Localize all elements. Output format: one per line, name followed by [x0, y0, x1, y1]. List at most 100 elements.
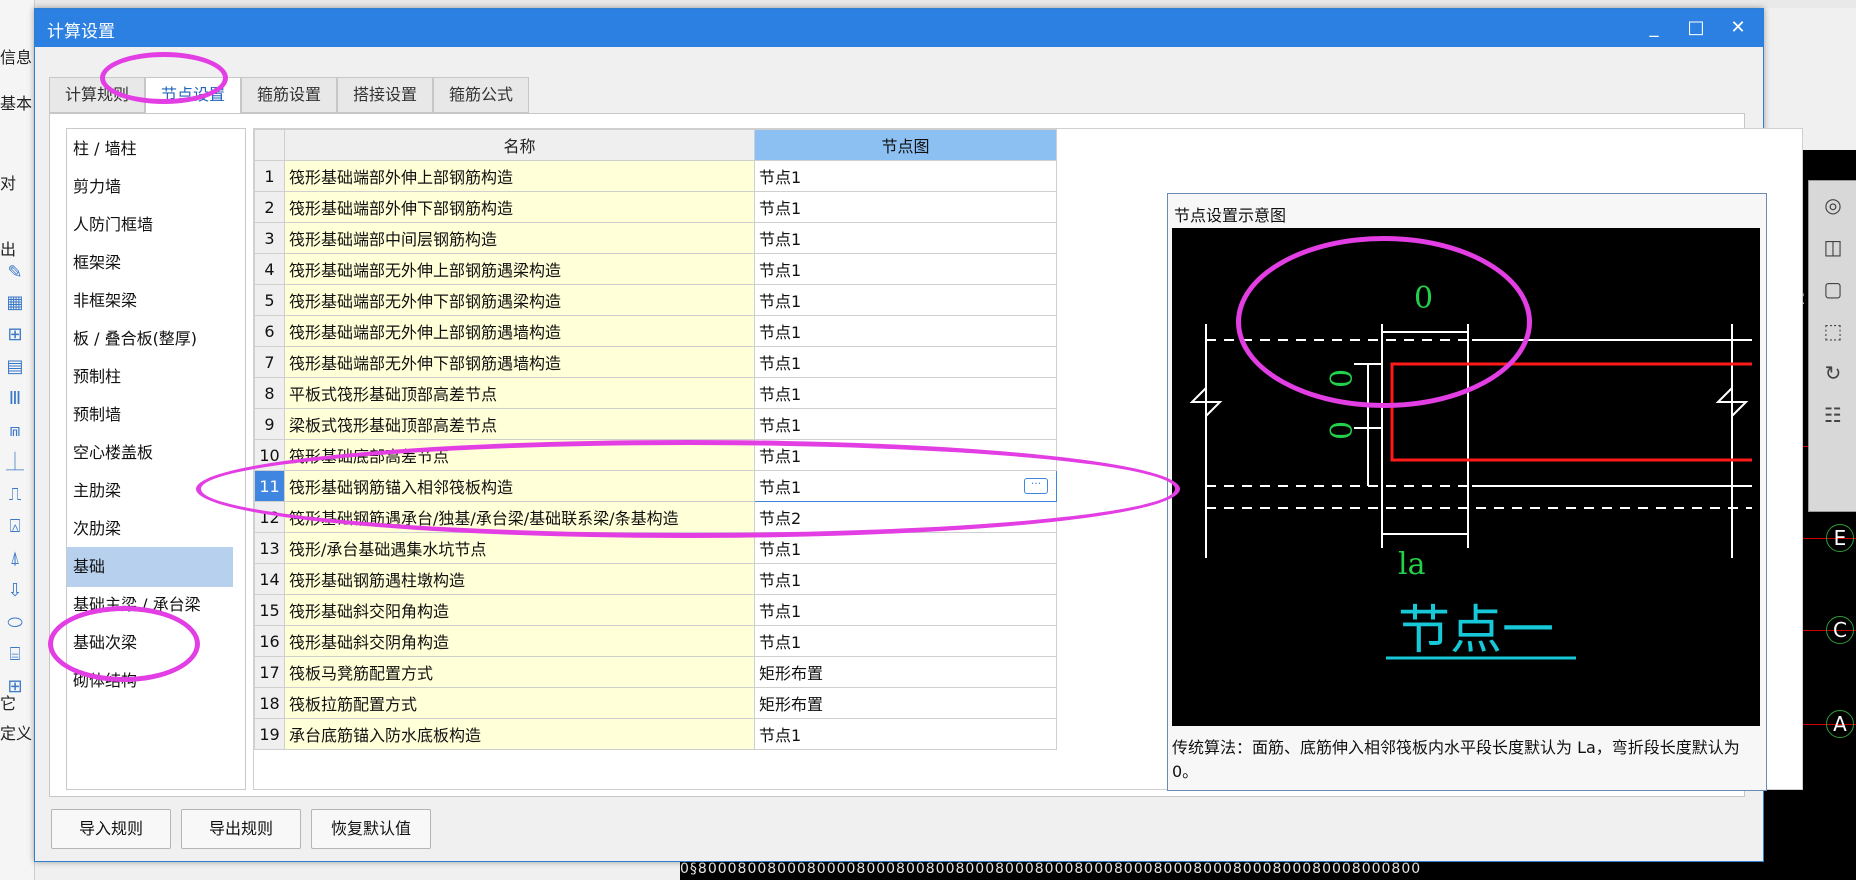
table-row[interactable]: 1 筏形基础端部外伸上部钢筋构造 节点1 [254, 160, 1057, 192]
grid-icon[interactable]: ▦ [4, 292, 26, 314]
row-number: 11 [254, 470, 285, 502]
table-row[interactable]: 18 筏板拉筋配置方式 矩形布置 [254, 687, 1057, 719]
foundation-icon[interactable]: ⎍ [4, 484, 26, 506]
row-node-value[interactable]: 节点1 [754, 625, 1057, 657]
cube-icon[interactable]: ⬚ [1813, 313, 1853, 349]
row-node-value[interactable]: 节点1 [754, 222, 1057, 254]
stairs-icon[interactable]: ⩎ [4, 420, 26, 442]
table-row[interactable]: 12 筏形基础钢筋遇承台/独基/承台梁/基础联系梁/条基构造 节点2 [254, 501, 1057, 533]
table-row[interactable]: 16 筏形基础斜交阴角构造 节点1 [254, 625, 1057, 657]
row-node-value[interactable]: 节点1 [754, 408, 1057, 440]
tab-stirrup-formula[interactable]: 箍筋公式 [433, 77, 529, 113]
bg-label: 信息 [0, 48, 33, 67]
row-name: 筏形基础斜交阳角构造 [284, 594, 755, 626]
maximize-button[interactable]: □ [1681, 13, 1711, 43]
table-row[interactable]: 11 筏形基础钢筋锚入相邻筏板构造 节点1 ··· [254, 470, 1057, 502]
table-row[interactable]: 10 筏形基础底部高差节点 节点1 [254, 439, 1057, 471]
frame-icon[interactable]: ⌸ [4, 644, 26, 666]
table-row[interactable]: 13 筏形/承台基础遇集水坑节点 节点1 [254, 532, 1057, 564]
top-view-icon[interactable]: ▢ [1813, 271, 1853, 307]
category-item[interactable]: 柱 / 墙柱 [67, 129, 233, 169]
row-node-value[interactable]: 节点1 [754, 594, 1057, 626]
category-item[interactable]: 次肋梁 [67, 509, 233, 549]
table-row[interactable]: 9 梁板式筏形基础顶部高差节点 节点1 [254, 408, 1057, 440]
rotate-icon[interactable]: ↻ [1813, 355, 1853, 391]
export-rules-button[interactable]: 导出规则 [181, 809, 301, 849]
tab-node-settings[interactable]: 节点设置 [145, 77, 241, 114]
tab-calc-rules[interactable]: 计算规则 [49, 77, 145, 113]
minimize-button[interactable]: _ [1639, 13, 1669, 43]
table-row[interactable]: 14 筏形基础钢筋遇柱墩构造 节点1 [254, 563, 1057, 595]
bottom-dim-label: la [1398, 547, 1426, 582]
table-row[interactable]: 6 筏形基础端部无外伸上部钢筋遇墙构造 节点1 [254, 315, 1057, 347]
category-item[interactable]: 非框架梁 [67, 281, 233, 321]
node-value-text: 节点2 [759, 509, 802, 528]
row-node-value[interactable]: 节点2 [754, 501, 1057, 533]
category-item[interactable]: 框架梁 [67, 243, 233, 283]
table-row[interactable]: 7 筏形基础端部无外伸下部钢筋遇墙构造 节点1 [254, 346, 1057, 378]
row-node-value[interactable]: 节点1 [754, 191, 1057, 223]
row-node-value[interactable]: 节点1 [754, 439, 1057, 471]
row-node-value[interactable]: 节点1 [754, 346, 1057, 378]
top-dim-label: 0 [1414, 281, 1433, 316]
row-node-value[interactable]: 节点1 [754, 718, 1057, 750]
row-number: 10 [254, 439, 285, 471]
row-node-value[interactable]: 矩形布置 [754, 687, 1057, 719]
category-item[interactable]: 主肋梁 [67, 471, 233, 511]
tab-stirrup-settings[interactable]: 箍筋设置 [241, 77, 337, 113]
row-number: 18 [254, 687, 285, 719]
category-item[interactable]: 砌体结构 [67, 661, 233, 701]
row-node-value[interactable]: 节点1 [754, 315, 1057, 347]
3d-view-icon[interactable]: ◫ [1813, 229, 1853, 265]
category-item[interactable]: 空心楼盖板 [67, 433, 233, 473]
table-row[interactable]: 19 承台底筋锚入防水底板构造 节点1 [254, 718, 1057, 750]
category-item[interactable]: 基础主梁 / 承台梁 [67, 585, 233, 625]
beam-icon[interactable]: ⏊ [4, 452, 26, 474]
category-item[interactable]: 人防门框墙 [67, 205, 233, 245]
header-name[interactable]: 名称 [284, 129, 755, 161]
pencil-icon[interactable]: ✎ [4, 262, 26, 284]
tab-lap-settings[interactable]: 搭接设置 [337, 77, 433, 113]
row-node-value[interactable]: 节点1 [754, 532, 1057, 564]
category-item[interactable]: 预制柱 [67, 357, 233, 397]
row-node-value[interactable]: 节点1 [754, 377, 1057, 409]
row-name: 承台底筋锚入防水底板构造 [284, 718, 755, 750]
plus-box-icon[interactable]: ⊞ [4, 324, 26, 346]
row-node-value[interactable]: 节点1 [754, 563, 1057, 595]
category-item[interactable]: 板 / 叠合板(整厚) [67, 319, 233, 359]
category-item[interactable]: 预制墙 [67, 395, 233, 435]
row-name: 筏板马凳筋配置方式 [284, 656, 755, 688]
row-node-value[interactable]: 节点1 [754, 253, 1057, 285]
row-number: 15 [254, 594, 285, 626]
table-icon[interactable]: ▤ [4, 356, 26, 378]
layers-icon[interactable]: ☷ [1813, 397, 1853, 433]
row-node-value[interactable]: 矩形布置 [754, 656, 1057, 688]
ellipsis-button[interactable]: ··· [1024, 478, 1048, 494]
pile-icon[interactable]: ⍓ [4, 516, 26, 538]
row-number: 4 [254, 253, 285, 285]
table-row[interactable]: 2 筏形基础端部外伸下部钢筋构造 节点1 [254, 191, 1057, 223]
table-row[interactable]: 4 筏形基础端部无外伸上部钢筋遇梁构造 节点1 [254, 253, 1057, 285]
table-row[interactable]: 15 筏形基础斜交阳角构造 节点1 [254, 594, 1057, 626]
fountain-icon[interactable]: ⍋ [4, 548, 26, 570]
orbit-icon[interactable]: ◎ [1813, 187, 1853, 223]
category-item-selected[interactable]: 基础 [67, 547, 233, 587]
node-value-text: 节点1 [759, 602, 802, 621]
row-node-value[interactable]: 节点1 ··· [754, 470, 1057, 502]
row-node-value[interactable]: 节点1 [754, 160, 1057, 192]
table-row[interactable]: 5 筏形基础端部无外伸下部钢筋遇梁构造 节点1 [254, 284, 1057, 316]
category-item[interactable]: 基础次梁 [67, 623, 233, 663]
columns-icon[interactable]: Ⅲ [4, 388, 26, 410]
dialog-titlebar[interactable]: 计算设置 _ □ ✕ [35, 9, 1763, 47]
disc-icon[interactable]: ⬭ [4, 612, 26, 634]
table-row[interactable]: 17 筏板马凳筋配置方式 矩形布置 [254, 656, 1057, 688]
close-button[interactable]: ✕ [1723, 13, 1753, 43]
drop-icon[interactable]: ⇩ [4, 580, 26, 602]
row-node-value[interactable]: 节点1 [754, 284, 1057, 316]
table-row[interactable]: 3 筏形基础端部中间层钢筋构造 节点1 [254, 222, 1057, 254]
restore-defaults-button[interactable]: 恢复默认值 [311, 809, 431, 849]
category-item[interactable]: 剪力墙 [67, 167, 233, 207]
import-rules-button[interactable]: 导入规则 [51, 809, 171, 849]
header-node-diagram[interactable]: 节点图 [754, 129, 1057, 161]
table-row[interactable]: 8 平板式筏形基础顶部高差节点 节点1 [254, 377, 1057, 409]
